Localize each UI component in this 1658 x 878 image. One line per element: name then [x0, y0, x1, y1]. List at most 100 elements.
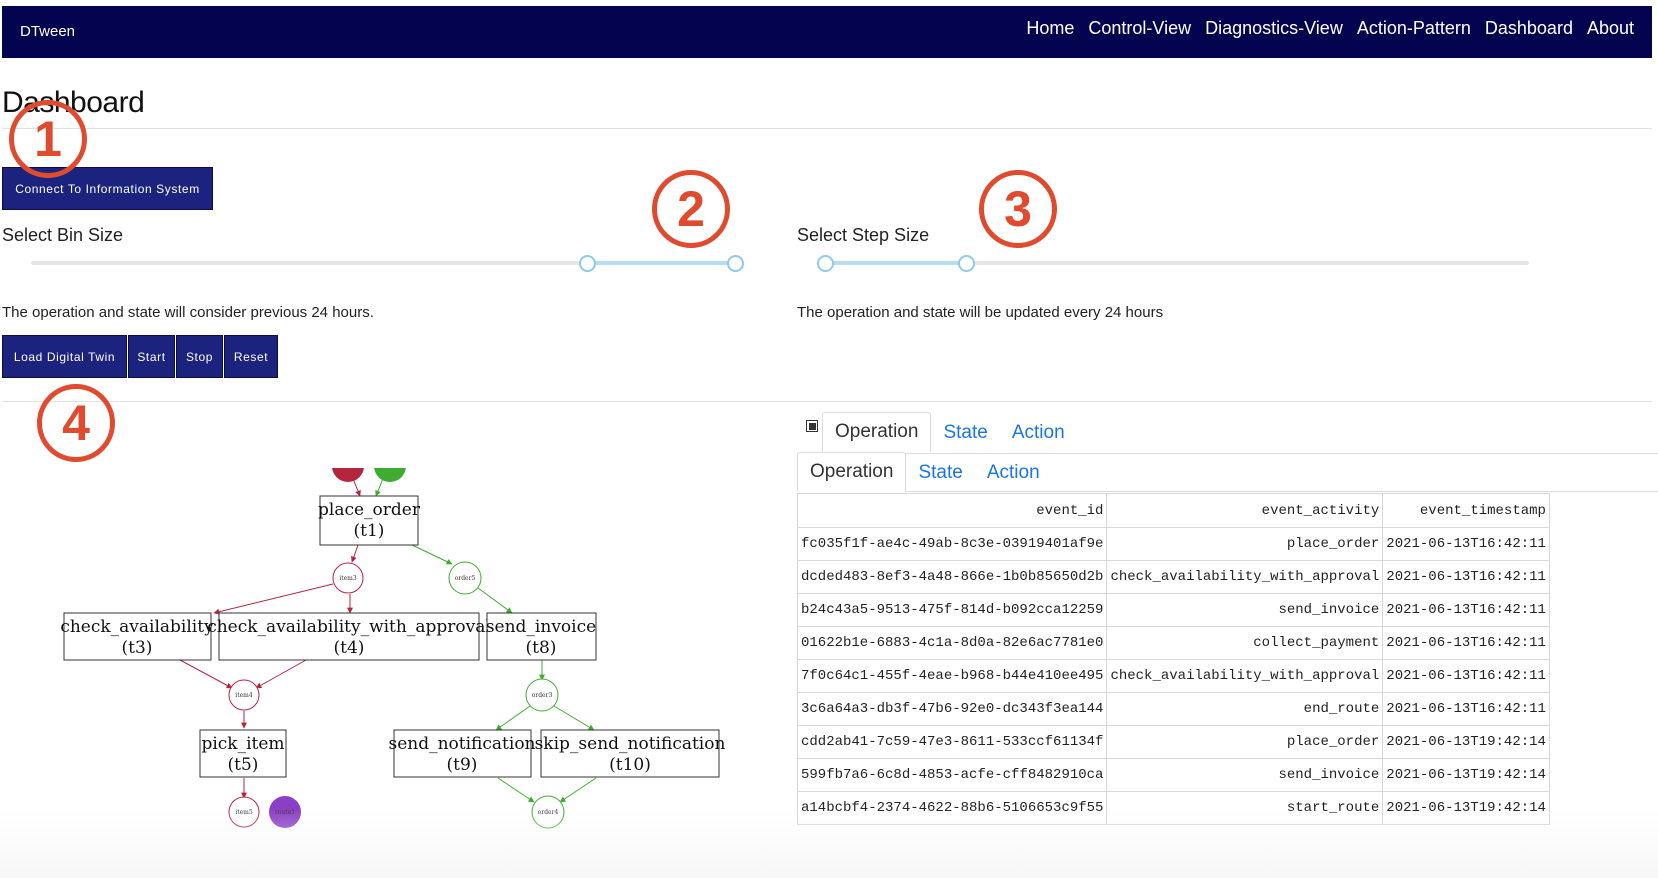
step-size-slider-range [825, 261, 966, 265]
nav-link-control-view[interactable]: Control-View [1088, 18, 1191, 39]
annotation-badge-2: 2 [652, 170, 730, 248]
table-cell: 2021-06-13T16:42:11 [1382, 659, 1550, 693]
step-size-slider-handle-end[interactable] [957, 255, 975, 272]
graph-edge [495, 705, 531, 731]
transition-name: check_availability_with_approval [207, 617, 491, 637]
table-row: 599fb7a6-6c8d-4853-acfe-cff8482910ca send… [796, 758, 1550, 792]
load-digital-twin-button[interactable]: Load Digital Twin [2, 335, 127, 378]
tab-action[interactable]: Action [1000, 414, 1077, 452]
table-cell: 2021-06-13T19:42:14 [1382, 725, 1550, 759]
graph-edge [559, 777, 597, 803]
table-cell: send_invoice [1106, 758, 1384, 792]
graph-edge [255, 659, 307, 689]
table-row: 3c6a64a3-db3f-47b6-92e0-dc343f3ea144 end_… [796, 692, 1550, 726]
reset-button[interactable]: Reset [224, 335, 278, 378]
transition-id: (t1) [354, 521, 385, 541]
tab-state[interactable]: State [931, 414, 999, 452]
table-cell: 3c6a64a3-db3f-47b6-92e0-dc343f3ea144 [796, 692, 1108, 726]
step-size-slider-handle-start[interactable] [817, 255, 834, 272]
column-header-event-activity[interactable]: event_activity [1106, 493, 1384, 528]
nav-link-about[interactable]: About [1587, 18, 1634, 39]
table-cell: dcded483-8ef3-4a48-866e-1b0b85650d2b [796, 560, 1108, 594]
step-size-label: Select Step Size [797, 225, 930, 245]
transition-name: skip_send_notification [535, 734, 726, 754]
table-row: 7f0c64c1-455f-4eae-b968-b44e410ee495 chec… [796, 659, 1550, 693]
nav-link-action-pattern[interactable]: Action-Pattern [1357, 18, 1471, 39]
outer-tab-bar: Operation State Action [822, 412, 1077, 452]
table-row: cdd2ab41-7c59-47e3-8611-533ccf61134f plac… [796, 725, 1550, 759]
bin-size-label: Select Bin Size [2, 225, 124, 245]
table-cell: start_route [1106, 791, 1384, 825]
bin-size-slider-handle-end[interactable] [727, 255, 744, 272]
petri-net-graph: items order1 item3 order5 item4 order3 i… [60, 468, 726, 829]
table-row: fc035f1f-ae4c-49ab-8c3e-03919401af9e plac… [796, 527, 1550, 561]
table-row: b24c43a5-9513-475f-814d-b092cca12259 send… [796, 593, 1550, 627]
panel-checkbox[interactable] [806, 420, 818, 432]
annotation-badge-3: 3 [979, 170, 1057, 248]
transition-id: (t8) [526, 638, 557, 658]
table-cell: check_availability_with_approval [1106, 659, 1384, 693]
nav-link-diagnostics-view[interactable]: Diagnostics-View [1205, 18, 1343, 39]
table-cell: 599fb7a6-6c8d-4853-acfe-cff8482910ca [796, 758, 1108, 792]
transition-name: place_order [318, 500, 421, 520]
graph-edge [179, 659, 233, 689]
table-cell: 7f0c64c1-455f-4eae-b968-b44e410ee495 [796, 659, 1108, 693]
transition-id: (t9) [447, 755, 478, 775]
place-label: route1 [275, 809, 295, 816]
nav-links: Home Control-View Diagnostics-View Actio… [1026, 18, 1634, 39]
tab-operation[interactable]: Operation [797, 452, 907, 492]
nav-link-home[interactable]: Home [1026, 18, 1074, 39]
table-cell: 2021-06-13T16:42:11 [1382, 626, 1550, 660]
table-cell: place_order [1106, 725, 1384, 759]
place-label: order3 [532, 692, 553, 699]
divider [2, 128, 1652, 129]
graph-edge [553, 705, 595, 731]
table-cell: 2021-06-13T16:42:11 [1382, 527, 1550, 561]
tab-action[interactable]: Action [975, 454, 1052, 492]
table-cell: 2021-06-13T16:42:11 [1382, 692, 1550, 726]
graph-edge [350, 544, 359, 563]
transition-id: (t3) [122, 638, 153, 658]
table-cell: 2021-06-13T19:42:14 [1382, 791, 1550, 825]
transition-name: check_availability [60, 617, 214, 637]
bin-size-slider-handle-start[interactable] [579, 255, 597, 272]
table-cell: end_route [1106, 692, 1384, 726]
table-cell: collect_payment [1106, 626, 1384, 660]
inner-tab-bar: Operation State Action [797, 452, 1052, 492]
graph-edge [497, 777, 535, 803]
transition-name: send_notification [388, 734, 535, 754]
column-header-event-timestamp[interactable]: event_timestamp [1382, 493, 1550, 528]
place-node[interactable] [374, 468, 406, 482]
table-header-row: event_id event_activity event_timestamp [796, 493, 1550, 528]
table-row: 01622b1e-6883-4c1a-8d0a-82e6ac7781e0 coll… [796, 626, 1550, 660]
bin-size-info: The operation and state will consider pr… [2, 304, 374, 321]
column-header-event-id[interactable]: event_id [796, 493, 1108, 528]
table-cell: 2021-06-13T16:42:11 [1382, 560, 1550, 594]
table-row: dcded483-8ef3-4a48-866e-1b0b85650d2b chec… [796, 560, 1550, 594]
start-button[interactable]: Start [128, 335, 175, 378]
bin-size-slider-range [587, 261, 735, 265]
tab-state[interactable]: State [906, 454, 974, 492]
place-node[interactable] [332, 468, 364, 482]
table-cell: b24c43a5-9513-475f-814d-b092cca12259 [796, 593, 1108, 627]
nav-link-dashboard[interactable]: Dashboard [1485, 18, 1573, 39]
graph-edge [411, 544, 453, 565]
tab-operation[interactable]: Operation [822, 412, 932, 452]
graph-edge [213, 583, 334, 615]
event-table: event_id event_activity event_timestamp … [796, 493, 1550, 825]
checkbox-mark [808, 422, 816, 430]
table-cell: check_availability_with_approval [1106, 560, 1384, 594]
annotation-badge-4: 4 [37, 384, 115, 462]
transition-id: (t5) [228, 755, 259, 775]
table-cell: place_order [1106, 527, 1384, 561]
annotation-badge-1: 1 [9, 100, 87, 178]
transition-id: (t4) [334, 638, 365, 658]
stop-button[interactable]: Stop [176, 335, 223, 378]
brand-logo[interactable]: DTween [20, 23, 75, 40]
table-cell: 01622b1e-6883-4c1a-8d0a-82e6ac7781e0 [796, 626, 1108, 660]
transition-name: pick_item [201, 734, 284, 754]
graph-edge [477, 587, 513, 614]
navbar: DTween Home Control-View Diagnostics-Vie… [2, 6, 1652, 58]
table-cell: fc035f1f-ae4c-49ab-8c3e-03919401af9e [796, 527, 1108, 561]
table-row: a14bcbf4-2374-4622-88b6-5106653c9f55 star… [796, 791, 1550, 825]
